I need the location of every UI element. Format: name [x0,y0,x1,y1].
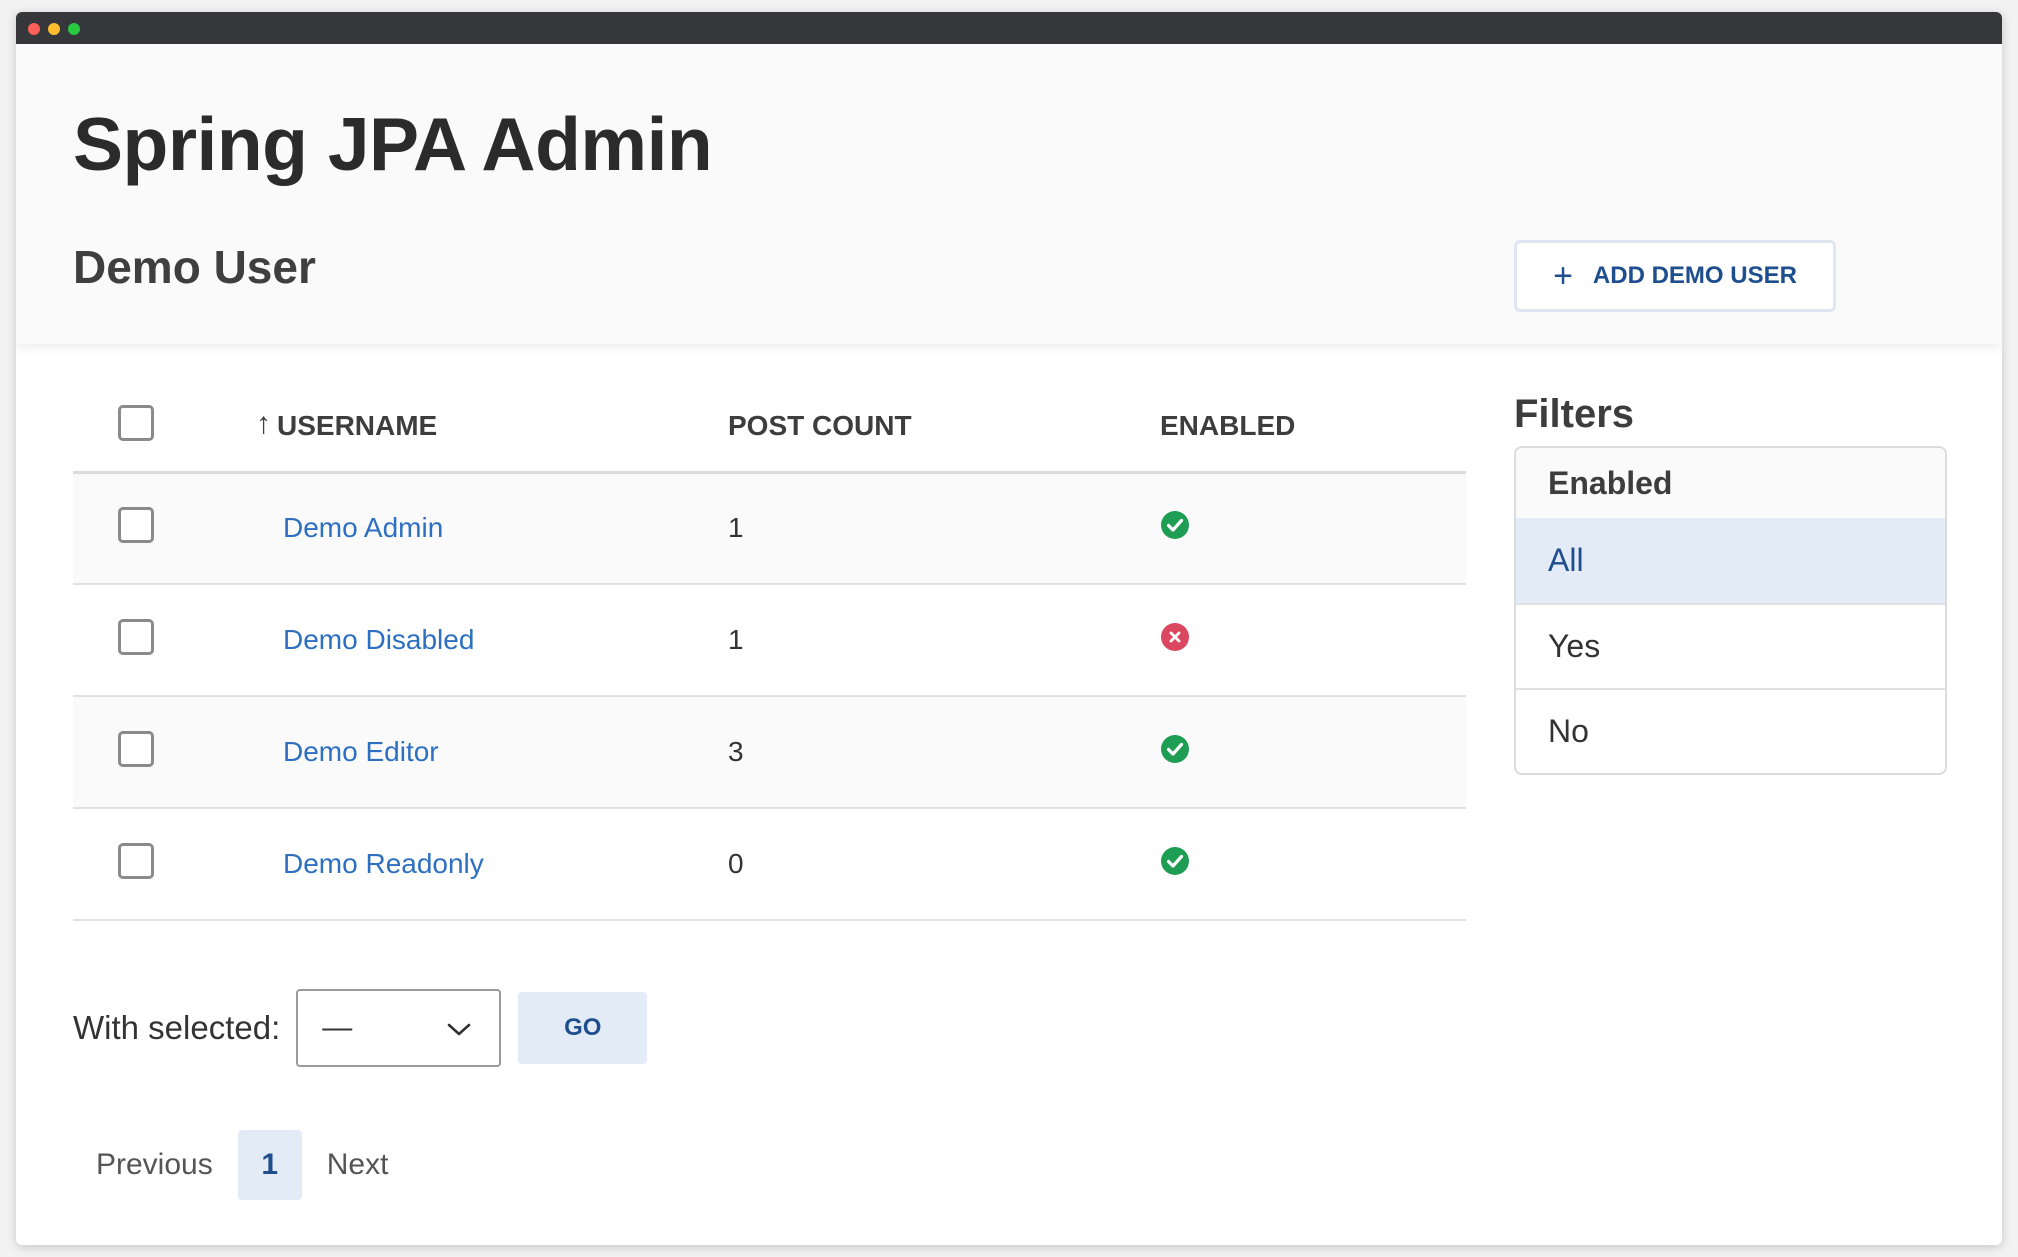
arrow-up-icon: ↑ [256,407,271,441]
table-header-row: ↑ USERNAME POST COUNT ENABLED [73,382,1466,474]
filter-option-all[interactable]: All [1516,518,1945,603]
add-demo-user-button[interactable]: + ADD DEMO USER [1514,240,1836,312]
page-title: Demo User [73,241,316,293]
table-row: Demo Editor 3 [73,696,1466,809]
check-circle-icon [1160,734,1190,764]
row-select-cell [73,584,256,697]
enabled-cell [1160,584,1466,697]
plus-icon: + [1553,257,1573,295]
enabled-header-label: ENABLED [1160,410,1296,442]
username-link[interactable]: Demo Readonly [283,848,484,879]
browser-window: Spring JPA Admin Demo User + ADD DEMO US… [16,12,2002,1245]
row-checkbox[interactable] [118,730,154,767]
chevron-down-icon [447,1011,471,1045]
table-row: Demo Readonly 0 [73,808,1466,921]
bulk-action-selected-value: — [322,1011,353,1044]
next-page-link[interactable]: Next [327,1148,389,1182]
enabled-cell [1160,808,1466,921]
bulk-actions-label: With selected: [73,1009,281,1046]
page-header: Spring JPA Admin Demo User + ADD DEMO US… [16,44,2002,344]
users-table: ↑ USERNAME POST COUNT ENABLED Demo Admin … [73,382,1466,921]
username-header-label: USERNAME [277,410,438,442]
enabled-cell [1160,472,1466,585]
enabled-cell [1160,696,1466,809]
table-row: Demo Disabled 1 [73,584,1466,697]
post-count-cell: 1 [728,584,1160,697]
enabled-filter-title: Enabled [1516,448,1945,518]
filter-option-no[interactable]: No [1516,688,1945,773]
column-header-username[interactable]: ↑ USERNAME [256,382,728,474]
filter-option-yes[interactable]: Yes [1516,603,1945,688]
username-link[interactable]: Demo Editor [283,736,439,767]
username-cell: Demo Admin [256,472,728,585]
username-link[interactable]: Demo Admin [283,512,443,543]
username-link[interactable]: Demo Disabled [283,624,474,655]
row-checkbox[interactable] [118,842,154,879]
pagination: Previous 1 Next [96,1130,388,1200]
row-select-cell [73,472,256,585]
go-button[interactable]: GO [518,992,648,1064]
current-page-button[interactable]: 1 [237,1130,302,1200]
x-circle-icon [1160,622,1190,652]
table-row: Demo Admin 1 [73,472,1466,585]
column-header-enabled[interactable]: ENABLED [1160,382,1466,474]
post-count-header-label: POST COUNT [728,410,912,442]
column-header-post-count[interactable]: POST COUNT [728,382,1160,474]
add-demo-user-label: ADD DEMO USER [1592,262,1797,289]
enabled-filter-panel: Enabled All Yes No [1514,446,1947,775]
row-checkbox[interactable] [118,618,154,655]
close-window-button[interactable] [28,23,40,35]
bulk-actions: With selected: — GO [73,989,648,1067]
check-circle-icon [1160,846,1190,876]
select-all-checkbox[interactable] [118,404,154,441]
app-title: Spring JPA Admin [73,102,713,186]
check-circle-icon [1160,510,1190,540]
row-checkbox[interactable] [118,506,154,543]
post-count-cell: 1 [728,472,1160,585]
filters-title: Filters [1514,392,1635,436]
maximize-window-button[interactable] [68,23,80,35]
window-titlebar [16,12,2002,44]
previous-page-link[interactable]: Previous [96,1148,213,1182]
username-cell: Demo Editor [256,696,728,809]
row-select-cell [73,808,256,921]
post-count-cell: 3 [728,696,1160,809]
minimize-window-button[interactable] [48,23,60,35]
bulk-action-select[interactable]: — [296,989,502,1067]
row-select-cell [73,696,256,809]
main-content: ↑ USERNAME POST COUNT ENABLED Demo Admin … [16,344,2002,1245]
username-cell: Demo Disabled [256,584,728,697]
post-count-cell: 0 [728,808,1160,921]
select-all-cell [73,382,256,474]
username-cell: Demo Readonly [256,808,728,921]
